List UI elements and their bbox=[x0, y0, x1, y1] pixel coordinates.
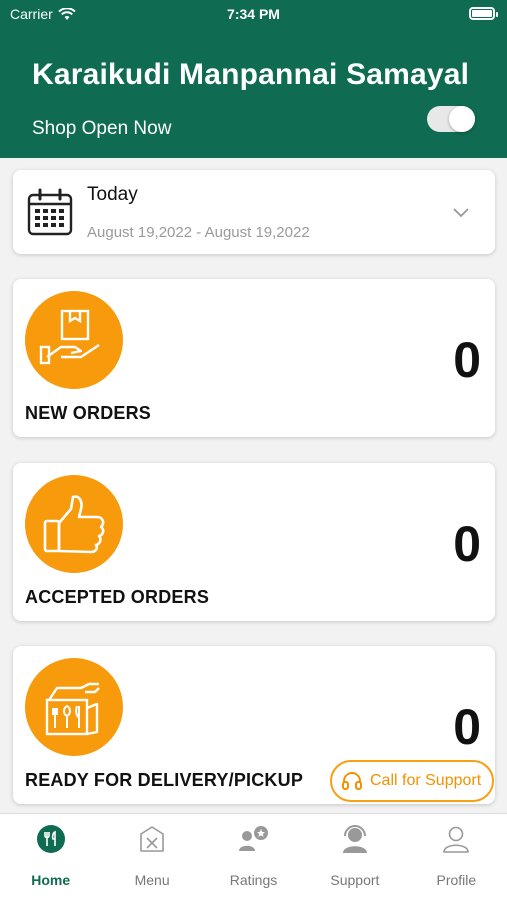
support-agent-icon bbox=[338, 822, 372, 856]
date-filter-dropdown[interactable]: Today August 19,2022 - August 19,2022 bbox=[13, 170, 495, 254]
menu-icon bbox=[135, 822, 169, 856]
home-utensils-icon bbox=[34, 822, 68, 856]
tab-ratings-label: Ratings bbox=[229, 872, 278, 888]
accepted-orders-card[interactable]: 0 ACCEPTED ORDERS bbox=[13, 463, 495, 621]
tab-home[interactable]: Home bbox=[0, 814, 101, 900]
call-for-support-button[interactable]: Call for Support bbox=[330, 760, 494, 802]
tab-profile[interactable]: Profile bbox=[406, 814, 507, 900]
shop-status-label: Shop Open Now bbox=[32, 118, 172, 139]
tab-profile-label: Profile bbox=[436, 872, 477, 888]
status-bar: Carrier 7:34 PM bbox=[0, 0, 507, 30]
battery-icon bbox=[469, 7, 498, 20]
shop-open-toggle[interactable] bbox=[427, 106, 475, 132]
date-filter-label: Today bbox=[87, 184, 138, 205]
ratings-icon bbox=[237, 822, 271, 856]
app-header: Carrier 7:34 PM Karaikudi Manpannai Sama… bbox=[0, 0, 507, 158]
ready-orders-count: 0 bbox=[453, 699, 481, 755]
box-hand-icon bbox=[25, 291, 123, 389]
tab-ratings[interactable]: Ratings bbox=[203, 814, 304, 900]
bottom-tab-bar: Home Menu Ratings Support Profile bbox=[0, 813, 507, 900]
delivery-bag-icon bbox=[25, 658, 123, 756]
thumbs-up-icon bbox=[25, 475, 123, 573]
tab-menu-label: Menu bbox=[134, 872, 170, 888]
headphones-icon bbox=[342, 772, 362, 790]
tab-support-label: Support bbox=[330, 872, 380, 888]
toggle-knob bbox=[449, 106, 475, 132]
date-range-text: August 19,2022 - August 19,2022 bbox=[87, 224, 310, 241]
calendar-icon bbox=[27, 188, 73, 236]
tab-home-label: Home bbox=[31, 872, 71, 888]
status-time: 7:34 PM bbox=[227, 6, 280, 22]
chevron-down-icon bbox=[453, 208, 469, 218]
profile-icon bbox=[439, 822, 473, 856]
ready-orders-label: READY FOR DELIVERY/PICKUP bbox=[25, 770, 304, 790]
call-for-support-label: Call for Support bbox=[370, 772, 482, 789]
shop-name: Karaikudi Manpannai Samayal bbox=[32, 58, 470, 91]
new-orders-count: 0 bbox=[453, 332, 481, 388]
accepted-orders-label: ACCEPTED ORDERS bbox=[25, 587, 210, 607]
new-orders-card[interactable]: 0 NEW ORDERS bbox=[13, 279, 495, 437]
accepted-orders-count: 0 bbox=[453, 516, 481, 572]
tab-menu[interactable]: Menu bbox=[101, 814, 202, 900]
tab-support[interactable]: Support bbox=[304, 814, 405, 900]
new-orders-label: NEW ORDERS bbox=[25, 403, 152, 423]
